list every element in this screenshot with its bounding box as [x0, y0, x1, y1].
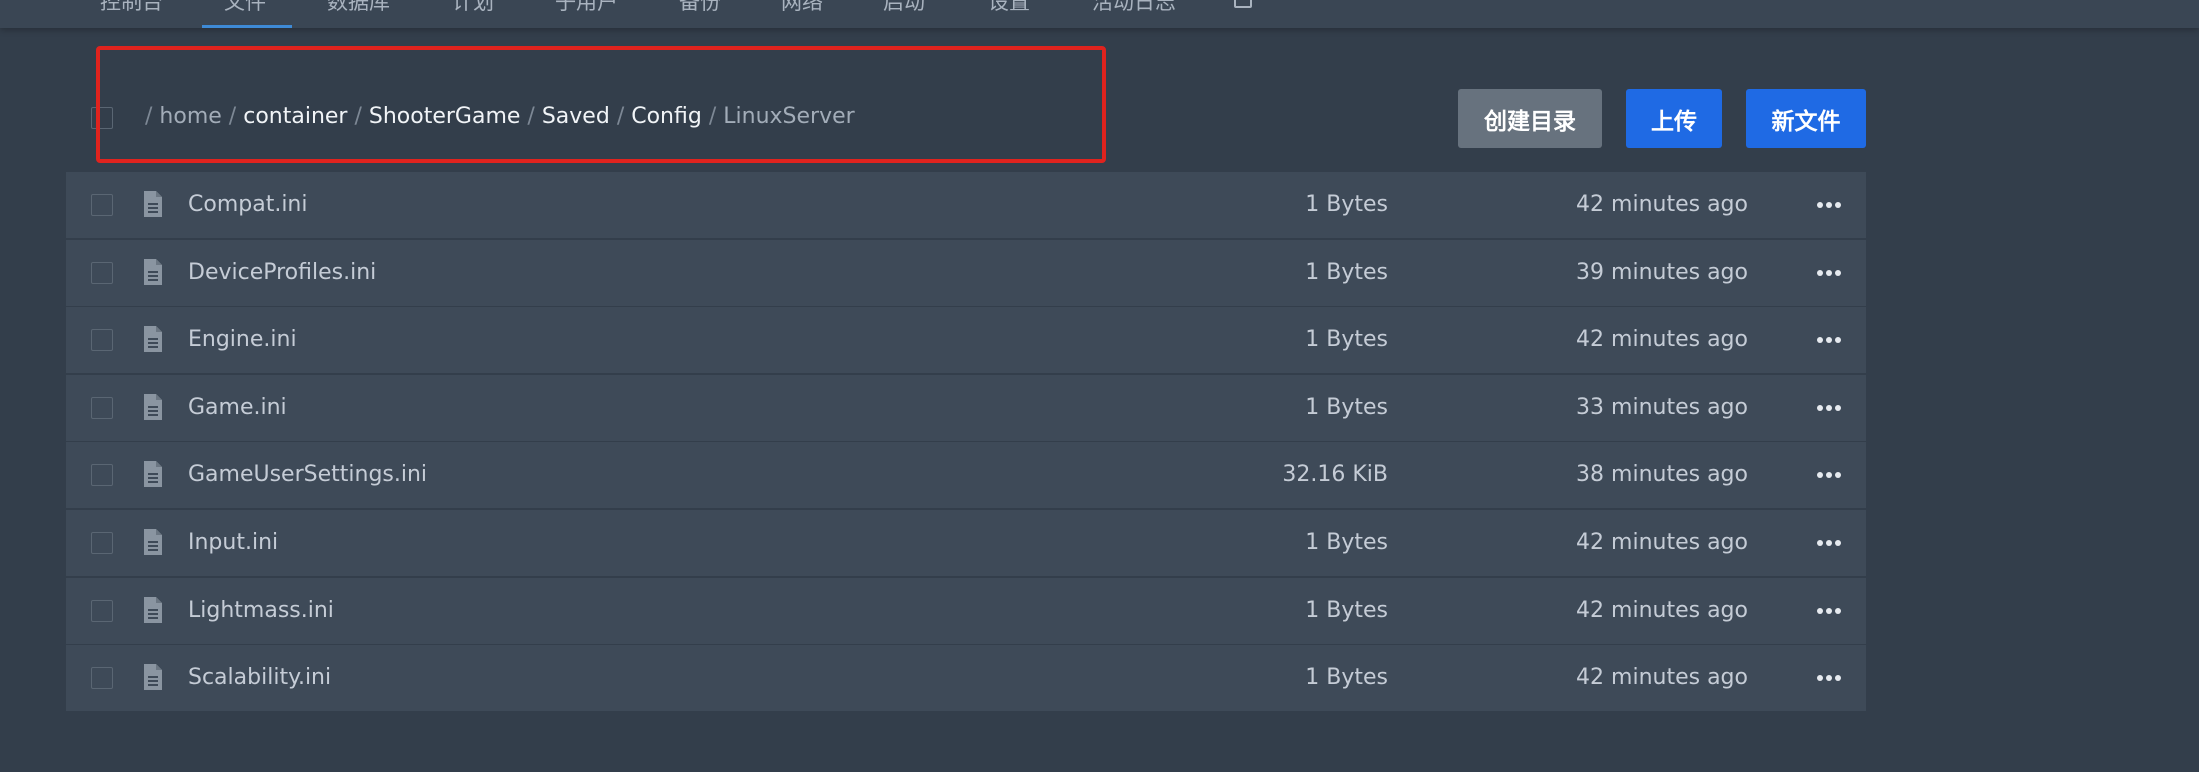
file-size: 1 Bytes	[1305, 597, 1388, 623]
file-size: 1 Bytes	[1305, 259, 1388, 285]
file-modified: 42 minutes ago	[1576, 597, 1748, 623]
file-name[interactable]: DeviceProfiles.ini	[188, 260, 376, 285]
file-modified: 42 minutes ago	[1576, 665, 1748, 691]
file-size: 32.16 KiB	[1282, 462, 1388, 488]
create-directory-button[interactable]: 创建目录	[1458, 89, 1602, 148]
nav-item-network[interactable]: 网络	[781, 0, 823, 16]
file-icon	[144, 393, 162, 420]
row-checkbox[interactable]	[91, 667, 113, 690]
more-options-icon[interactable]	[1817, 403, 1841, 413]
file-modified: 38 minutes ago	[1576, 462, 1748, 488]
more-options-icon[interactable]	[1817, 335, 1841, 345]
row-checkbox[interactable]	[91, 599, 113, 622]
file-modified: 39 minutes ago	[1576, 259, 1748, 285]
file-row[interactable]: DeviceProfiles.ini 1 Bytes 39 minutes ag…	[66, 239, 1866, 306]
file-name[interactable]: Game.ini	[188, 395, 287, 420]
top-nav: 控制台 文件 数据库 计划 子用户 备份 网络 启动 设置 活动日志	[0, 0, 2199, 28]
file-row[interactable]: Compat.ini 1 Bytes 42 minutes ago	[66, 172, 1866, 238]
file-icon	[144, 191, 162, 217]
more-options-icon[interactable]	[1817, 268, 1841, 278]
file-manager-page: 控制台 文件 数据库 计划 子用户 备份 网络 启动 设置 活动日志 / hom…	[0, 0, 2199, 772]
more-options-icon[interactable]	[1817, 538, 1841, 548]
file-name[interactable]: Engine.ini	[188, 327, 297, 352]
file-modified: 42 minutes ago	[1576, 192, 1748, 217]
highlight-annotation	[96, 46, 1106, 163]
file-name[interactable]: GameUserSettings.ini	[188, 462, 427, 487]
row-checkbox[interactable]	[91, 531, 113, 554]
nav-item-files[interactable]: 文件	[224, 0, 266, 16]
file-row[interactable]: Game.ini 1 Bytes 33 minutes ago	[66, 374, 1866, 441]
file-modified: 42 minutes ago	[1576, 529, 1748, 555]
nav-item-startup[interactable]: 启动	[883, 0, 925, 16]
more-options-icon[interactable]	[1817, 606, 1841, 616]
nav-item-databases[interactable]: 数据库	[327, 0, 390, 16]
nav-item-backups[interactable]: 备份	[679, 0, 721, 16]
nav-active-indicator	[202, 25, 292, 28]
file-size: 1 Bytes	[1305, 327, 1388, 353]
row-checkbox[interactable]	[91, 261, 113, 284]
file-icon	[144, 528, 162, 555]
nav-item-settings[interactable]: 设置	[988, 0, 1030, 16]
file-name[interactable]: Lightmass.ini	[188, 598, 334, 623]
nav-item-activity[interactable]: 活动日志	[1092, 0, 1176, 16]
more-options-icon[interactable]	[1817, 470, 1841, 480]
file-modified: 33 minutes ago	[1576, 394, 1748, 420]
file-icon	[144, 258, 162, 285]
file-size: 1 Bytes	[1305, 394, 1388, 420]
file-row[interactable]: Lightmass.ini 1 Bytes 42 minutes ago	[66, 577, 1866, 644]
external-box-icon[interactable]	[1234, 0, 1252, 8]
file-icon	[144, 326, 162, 353]
file-name[interactable]: Scalability.ini	[188, 665, 331, 690]
row-checkbox[interactable]	[91, 194, 113, 216]
file-row[interactable]: Engine.ini 1 Bytes 42 minutes ago	[66, 307, 1866, 374]
file-row[interactable]: Input.ini 1 Bytes 42 minutes ago	[66, 509, 1866, 576]
file-modified: 42 minutes ago	[1576, 327, 1748, 353]
row-checkbox[interactable]	[91, 464, 113, 487]
more-options-icon[interactable]	[1817, 200, 1841, 210]
file-size: 1 Bytes	[1305, 529, 1388, 555]
file-row[interactable]: GameUserSettings.ini 32.16 KiB 38 minute…	[66, 442, 1866, 509]
row-checkbox[interactable]	[91, 396, 113, 419]
file-icon	[144, 596, 162, 623]
file-row[interactable]: Scalability.ini 1 Bytes 42 minutes ago	[66, 645, 1866, 712]
nav-item-subusers[interactable]: 子用户	[555, 0, 618, 16]
upload-button[interactable]: 上传	[1626, 89, 1722, 148]
file-name[interactable]: Compat.ini	[188, 192, 308, 217]
file-name[interactable]: Input.ini	[188, 530, 278, 555]
file-icon	[144, 461, 162, 488]
file-list: Compat.ini 1 Bytes 42 minutes ago Device…	[66, 172, 1866, 713]
more-options-icon[interactable]	[1817, 673, 1841, 683]
nav-item-schedules[interactable]: 计划	[452, 0, 494, 16]
row-checkbox[interactable]	[91, 329, 113, 352]
new-file-button[interactable]: 新文件	[1746, 89, 1866, 148]
nav-item-console[interactable]: 控制台	[100, 0, 163, 16]
file-size: 1 Bytes	[1305, 192, 1388, 217]
file-size: 1 Bytes	[1305, 665, 1388, 691]
file-icon	[144, 664, 162, 691]
